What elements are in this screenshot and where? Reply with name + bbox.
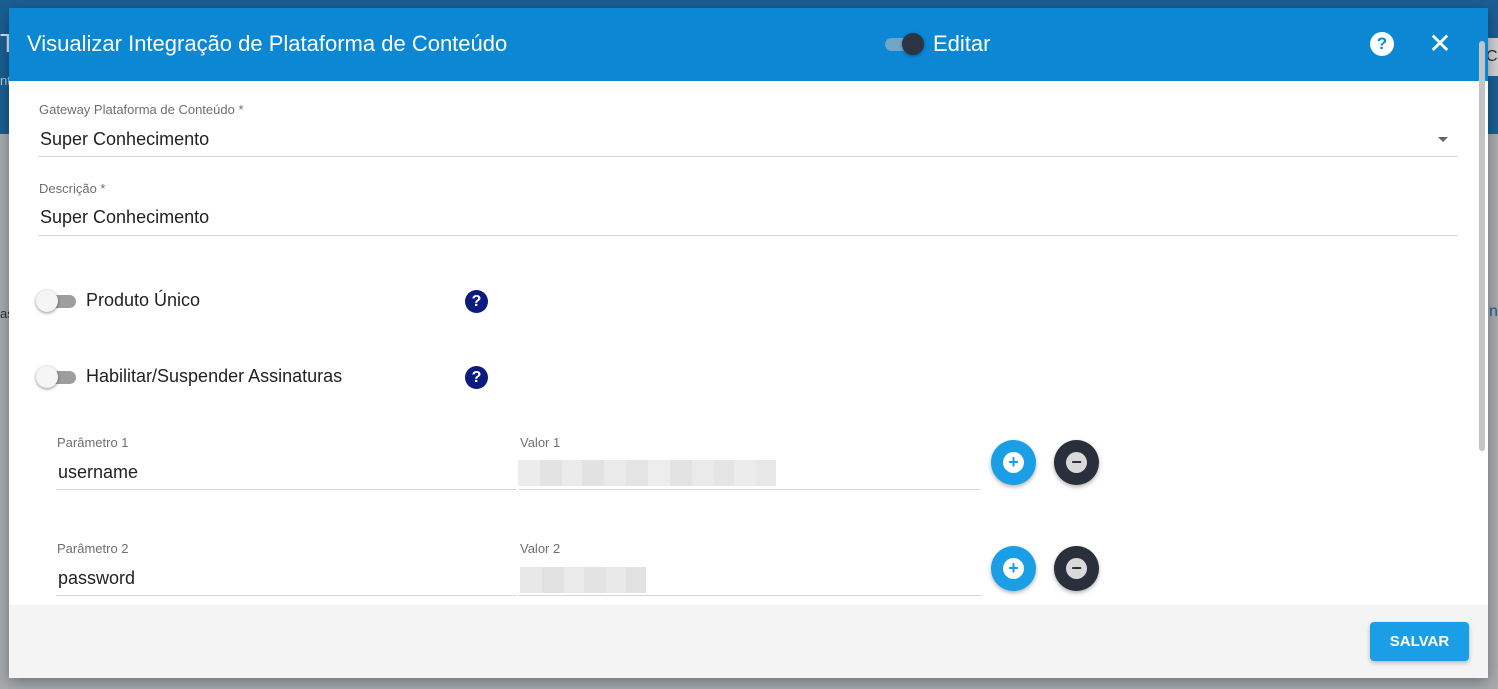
parametro-2-label: Parâmetro 2 — [57, 541, 129, 556]
valor-1-masked-value[interactable] — [518, 460, 776, 486]
background-right-link-fragment: n — [1489, 303, 1498, 320]
produto-unico-switch[interactable] — [36, 289, 78, 313]
assinaturas-switch[interactable] — [36, 365, 78, 389]
gateway-label: Gateway Plataforma de Conteúdo * — [39, 102, 244, 117]
plus-icon: + — [1003, 452, 1024, 473]
remove-parameter-1-button[interactable]: − — [1054, 440, 1099, 485]
edit-label: Editar — [933, 31, 991, 56]
descricao-underline — [38, 235, 1458, 236]
help-icon[interactable]: ? — [1370, 32, 1394, 56]
minus-icon: − — [1066, 452, 1087, 473]
parametro-2-input[interactable]: password — [58, 568, 135, 589]
assinaturas-switch-thumb — [36, 366, 58, 388]
close-icon[interactable]: ✕ — [1428, 30, 1452, 58]
edit-toggle-thumb — [902, 33, 924, 55]
parametro-2-underline — [56, 595, 516, 596]
parametro-1-label: Parâmetro 1 — [57, 435, 129, 450]
gateway-underline — [38, 156, 1458, 157]
parametro-1-input[interactable]: username — [58, 462, 138, 483]
assinaturas-label: Habilitar/Suspender Assinaturas — [86, 366, 343, 386]
parametro-1-underline — [56, 489, 516, 490]
chevron-down-icon[interactable] — [1438, 137, 1448, 142]
save-button[interactable]: SALVAR — [1370, 622, 1469, 661]
descricao-input[interactable]: Super Conhecimento — [40, 207, 209, 228]
gateway-select[interactable]: Super Conhecimento — [40, 129, 209, 150]
valor-2-label: Valor 2 — [520, 541, 561, 556]
valor-2-masked-value[interactable] — [520, 567, 646, 593]
valor-1-label: Valor 1 — [520, 435, 561, 450]
minus-icon: − — [1066, 558, 1087, 579]
modal-footer: SALVAR — [9, 605, 1488, 678]
valor-1-underline — [519, 489, 980, 490]
plus-icon: + — [1003, 558, 1024, 579]
add-parameter-2-button[interactable]: + — [991, 546, 1036, 591]
produto-unico-switch-thumb — [36, 290, 58, 312]
produto-unico-label: Produto Único — [86, 290, 201, 310]
valor-2-underline — [519, 595, 981, 596]
descricao-label: Descrição * — [39, 181, 106, 196]
edit-toggle[interactable] — [885, 32, 925, 56]
modal-scrollbar[interactable] — [1479, 41, 1485, 451]
modal-title: Visualizar Integração de Plataforma de C… — [27, 31, 508, 56]
modal-header: Visualizar Integração de Plataforma de C… — [9, 8, 1488, 81]
assinaturas-help-icon[interactable]: ? — [465, 366, 488, 389]
produto-unico-help-icon[interactable]: ? — [465, 290, 488, 313]
remove-parameter-2-button[interactable]: − — [1054, 546, 1099, 591]
integration-modal: Visualizar Integração de Plataforma de C… — [9, 8, 1488, 678]
add-parameter-1-button[interactable]: + — [991, 440, 1036, 485]
